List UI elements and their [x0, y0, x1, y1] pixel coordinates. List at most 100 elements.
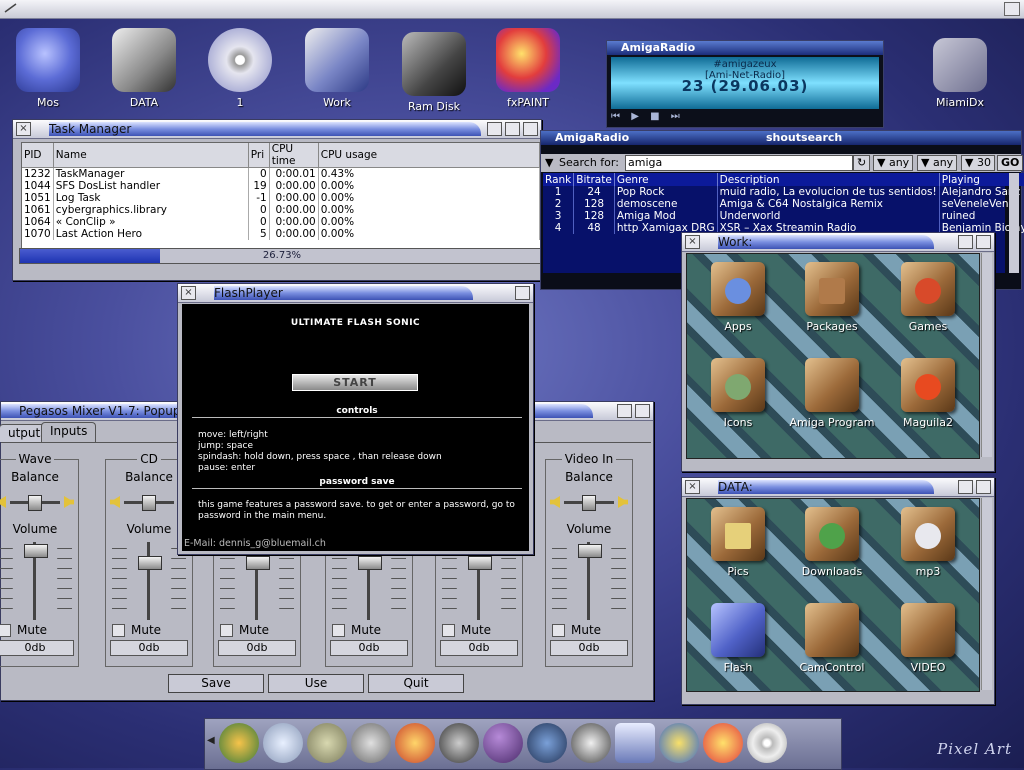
column-header[interactable]: Bitrate: [573, 173, 615, 186]
depth-icon[interactable]: [515, 286, 530, 300]
volume-knob[interactable]: [24, 544, 48, 558]
mute-checkbox[interactable]: Mute: [220, 623, 269, 637]
play-icon[interactable]: ▶: [631, 111, 643, 122]
db-button[interactable]: 0db: [330, 640, 408, 656]
table-row[interactable]: 1 24 Pop Rock muid radio, La evolucion de t…: [543, 186, 1024, 198]
vertical-scrollbar[interactable]: [981, 498, 992, 690]
use-button[interactable]: Use: [268, 674, 364, 693]
desktop-icon-fxpaint[interactable]: fxPAINT: [488, 28, 568, 109]
folder-downloads[interactable]: Downloads: [787, 507, 877, 578]
balance-slider[interactable]: [0, 494, 74, 511]
desktop-icon-work[interactable]: Work: [297, 28, 377, 109]
station-list-scrollbar[interactable]: [1009, 173, 1019, 273]
column-header[interactable]: PID: [22, 143, 54, 168]
column-header[interactable]: CPU time: [269, 143, 319, 168]
table-row[interactable]: 3 128 Amiga Mod Underworld ruined: [543, 210, 1024, 222]
table-row[interactable]: 2 128 demoscene Amiga & C64 Nostalgica Remi…: [543, 198, 1024, 210]
db-button[interactable]: 0db: [550, 640, 628, 656]
go-button[interactable]: GO: [997, 155, 1024, 171]
dock-magnifier-icon[interactable]: [263, 723, 303, 763]
desktop-icon-cd[interactable]: 1: [200, 28, 280, 109]
dock-paint-icon[interactable]: [219, 723, 259, 763]
depth-icon[interactable]: [635, 404, 650, 418]
dock-tools-icon[interactable]: [351, 723, 391, 763]
folder-flash[interactable]: Flash: [693, 603, 783, 674]
limit-select[interactable]: ▼ 30: [961, 155, 995, 171]
iconify-icon[interactable]: [487, 122, 502, 136]
volume-slider[interactable]: [22, 542, 48, 620]
folder-maguila2[interactable]: Maguila2: [883, 358, 973, 429]
close-icon[interactable]: ×: [16, 122, 31, 136]
dock-palette-icon[interactable]: [703, 723, 743, 763]
flashplayer-titlebar[interactable]: × FlashPlayer: [178, 284, 533, 303]
dock-cd-icon[interactable]: [747, 723, 787, 763]
desktop-icon-data[interactable]: DATA: [104, 28, 184, 109]
mute-checkbox[interactable]: Mute: [0, 623, 47, 637]
search-dropdown-icon[interactable]: ▼: [545, 156, 553, 169]
filter-genre-select[interactable]: ▼ any: [873, 155, 914, 171]
task-manager-titlebar[interactable]: × Task Manager: [13, 120, 541, 139]
folder-mp3[interactable]: mp3: [883, 507, 973, 578]
process-list[interactable]: PID Name Pri CPU time CPU usage 1232 Task…: [21, 142, 541, 262]
folder-icons[interactable]: Icons: [693, 358, 783, 429]
volume-knob[interactable]: [358, 556, 382, 570]
volume-knob[interactable]: [138, 556, 162, 570]
depth-icon[interactable]: [523, 122, 538, 136]
prev-icon[interactable]: ⏮: [611, 111, 624, 122]
table-row[interactable]: 1061 cybergraphics.library 0 0:00.00 0.00%: [22, 204, 541, 216]
data-drawer-contents[interactable]: Pics Downloads mp3 Flash CamControl VIDE…: [686, 498, 980, 692]
dock-calculator-icon[interactable]: [307, 723, 347, 763]
work-titlebar[interactable]: × Work:: [682, 233, 994, 252]
volume-slider[interactable]: [576, 542, 602, 620]
dock-headphones-icon[interactable]: [571, 723, 611, 763]
mute-checkbox[interactable]: Mute: [442, 623, 491, 637]
db-button[interactable]: 0db: [110, 640, 188, 656]
mute-checkbox[interactable]: Mute: [552, 623, 601, 637]
quit-button[interactable]: Quit: [368, 674, 464, 693]
mute-checkbox[interactable]: Mute: [332, 623, 381, 637]
balance-knob[interactable]: [28, 495, 42, 511]
search-input[interactable]: amiga: [625, 155, 853, 171]
desktop-icon-miamidx[interactable]: MiamiDx: [920, 38, 1000, 109]
data-titlebar[interactable]: × DATA:: [682, 478, 994, 497]
shoutsearch-titlebar[interactable]: AmigaRadio shoutsearch: [541, 131, 1021, 145]
db-button[interactable]: 0db: [0, 640, 74, 656]
zoom-icon[interactable]: [958, 480, 973, 494]
dock-orb-icon[interactable]: [483, 723, 523, 763]
depth-icon[interactable]: [976, 235, 991, 249]
folder-games[interactable]: Games: [883, 262, 973, 333]
filter-bitrate-select[interactable]: ▼ any: [917, 155, 958, 171]
volume-knob[interactable]: [468, 556, 492, 570]
table-row[interactable]: 1051 Log Task -1 0:00.00 0.00%: [22, 192, 541, 204]
dock-mplayer-icon[interactable]: [615, 723, 655, 763]
next-icon[interactable]: ⏭: [671, 111, 684, 122]
stop-icon[interactable]: ■: [650, 111, 663, 122]
folder-apps[interactable]: Apps: [693, 262, 783, 333]
folder-amiga-program[interactable]: Amiga Program: [787, 358, 877, 429]
folder-camcontrol[interactable]: CamControl: [787, 603, 877, 674]
volume-knob[interactable]: [578, 544, 602, 558]
dock-arrow-icon[interactable]: ◀: [207, 735, 215, 751]
work-drawer-contents[interactable]: Apps Packages Games Icons Amiga Program …: [686, 253, 980, 459]
dock-film-reel-icon[interactable]: [439, 723, 479, 763]
mute-checkbox[interactable]: Mute: [112, 623, 161, 637]
folder-packages[interactable]: Packages: [787, 262, 877, 333]
screen-depth-gadget[interactable]: [1004, 2, 1020, 16]
screen-grip-icon[interactable]: [4, 2, 18, 14]
flash-stage[interactable]: ULTIMATE FLASH SONIC START controls move…: [182, 304, 529, 551]
column-header[interactable]: Rank: [543, 173, 575, 186]
desktop-icon-ramdisk[interactable]: Ram Disk: [394, 32, 474, 113]
tab-inputs[interactable]: Inputs: [41, 422, 97, 443]
close-icon[interactable]: ×: [181, 286, 196, 300]
zoom-icon[interactable]: [958, 235, 973, 249]
volume-knob[interactable]: [246, 556, 270, 570]
depth-icon[interactable]: [976, 480, 991, 494]
db-button[interactable]: 0db: [218, 640, 296, 656]
column-header[interactable]: CPU usage: [318, 143, 541, 168]
amigaradio-mini-title[interactable]: AmigaRadio: [607, 41, 883, 55]
folder-video[interactable]: VIDEO: [883, 603, 973, 674]
folder-pics[interactable]: Pics: [693, 507, 783, 578]
vertical-scrollbar[interactable]: [981, 253, 992, 457]
balance-knob[interactable]: [582, 495, 596, 511]
table-row[interactable]: 1232 TaskManager 0 0:00.01 0.43%: [22, 167, 541, 180]
